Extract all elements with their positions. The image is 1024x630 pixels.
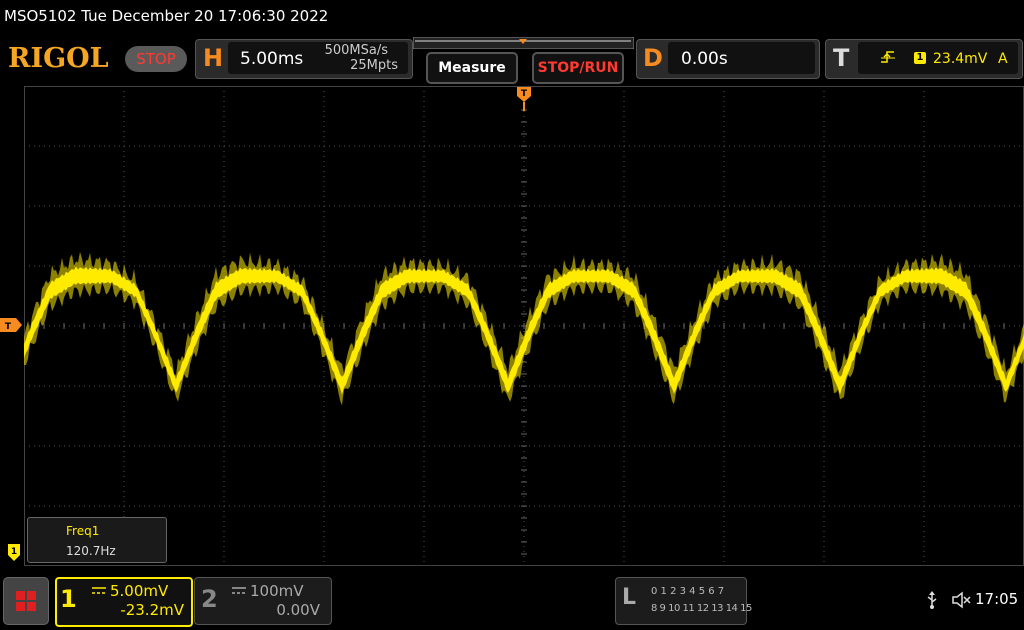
graticule [24, 86, 1024, 566]
ch2-offset: 0.00V [276, 601, 320, 619]
speaker-muted-icon[interactable] [951, 590, 971, 610]
delay-letter: D [643, 44, 663, 72]
ch1-offset: -23.2mV [120, 601, 184, 619]
delay-value: 0.00s [681, 49, 728, 69]
dc-coupling-icon [232, 587, 246, 594]
rising-edge-icon [881, 51, 895, 63]
ch1-scale: 5.00mV [110, 582, 169, 600]
measurement-value: 120.7Hz [66, 544, 116, 558]
measurement-label: Freq1 [66, 524, 100, 538]
trigger-level-marker[interactable]: T [0, 317, 24, 333]
horizontal-letter: H [203, 44, 224, 72]
stop-run-button[interactable]: STOP/RUN [532, 52, 624, 84]
logic-channels-row1: 0 1 2 3 4 5 6 7 [651, 586, 725, 597]
memory-depth: 25Mpts [350, 58, 398, 73]
trigger-source-badge: 1 [914, 52, 926, 64]
dc-coupling-icon [92, 587, 106, 594]
trigger-position-marker[interactable]: T [516, 86, 532, 112]
model-datetime: MSO5102 Tue December 20 17:06:30 2022 [4, 7, 329, 25]
measure-button[interactable]: Measure [426, 52, 518, 84]
ch1-ground-marker-label: 1 [11, 547, 17, 557]
trigger-level-marker-label: T [5, 322, 12, 332]
run-state-badge[interactable]: STOP [125, 46, 187, 72]
waveform-display[interactable] [24, 86, 1024, 566]
ch1-ground-marker[interactable]: 1 [8, 543, 22, 563]
ch2-scale: 100mV [250, 582, 304, 600]
clock: 17:05 [975, 590, 1019, 608]
timebase-value: 5.00ms [240, 49, 304, 69]
trigger-letter: T [833, 44, 850, 72]
ch1-trace [24, 266, 1024, 395]
ch2-number: 2 [201, 585, 218, 613]
logic-channels-row2: 8 9 10 11 12 13 14 15 [651, 603, 752, 614]
logic-letter: L [622, 585, 637, 610]
ch1-number: 1 [60, 585, 77, 613]
app-menu-button[interactable] [3, 577, 49, 625]
rigol-logo: RIGOL [8, 43, 109, 74]
trigger-position-strip [413, 37, 634, 49]
app-menu-icon [16, 591, 36, 611]
title-bar: MSO5102 Tue December 20 17:06:30 2022 [0, 0, 1024, 34]
trigger-marker-label: T [521, 89, 528, 99]
trigger-level: 23.4mV [933, 51, 988, 67]
trigger-mode: A [998, 51, 1008, 67]
usb-icon[interactable] [925, 590, 939, 610]
sample-rate: 500MSa/s [324, 43, 388, 58]
